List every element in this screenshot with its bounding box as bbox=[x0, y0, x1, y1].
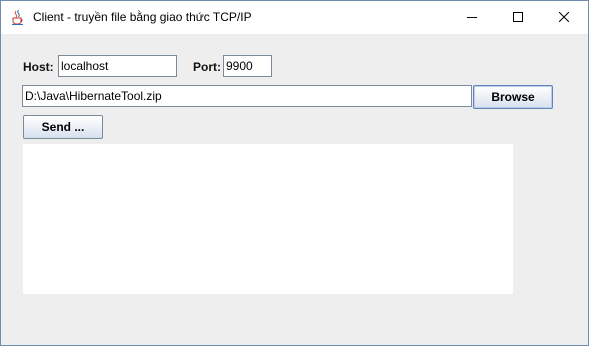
file-path-input[interactable]: D:\Java\HibernateTool.zip bbox=[22, 85, 472, 107]
window-title: Client - truyền file bằng giao thức TCP/… bbox=[33, 10, 252, 24]
maximize-icon bbox=[513, 9, 523, 27]
port-label: Port: bbox=[193, 60, 221, 74]
browse-button[interactable]: Browse bbox=[473, 85, 553, 109]
minimize-button[interactable] bbox=[449, 1, 495, 34]
java-cup-icon bbox=[10, 9, 26, 25]
title-bar[interactable]: Client - truyền file bằng giao thức TCP/… bbox=[1, 1, 588, 34]
client-window: Client - truyền file bằng giao thức TCP/… bbox=[0, 0, 589, 346]
port-input[interactable]: 9900 bbox=[223, 55, 272, 77]
close-icon bbox=[558, 9, 570, 27]
minimize-icon bbox=[467, 9, 477, 27]
close-button[interactable] bbox=[541, 1, 587, 34]
host-label: Host: bbox=[23, 60, 54, 74]
maximize-button[interactable] bbox=[495, 1, 541, 34]
host-input[interactable]: localhost bbox=[58, 55, 177, 77]
output-area[interactable] bbox=[23, 144, 513, 294]
send-button[interactable]: Send ... bbox=[23, 115, 103, 139]
